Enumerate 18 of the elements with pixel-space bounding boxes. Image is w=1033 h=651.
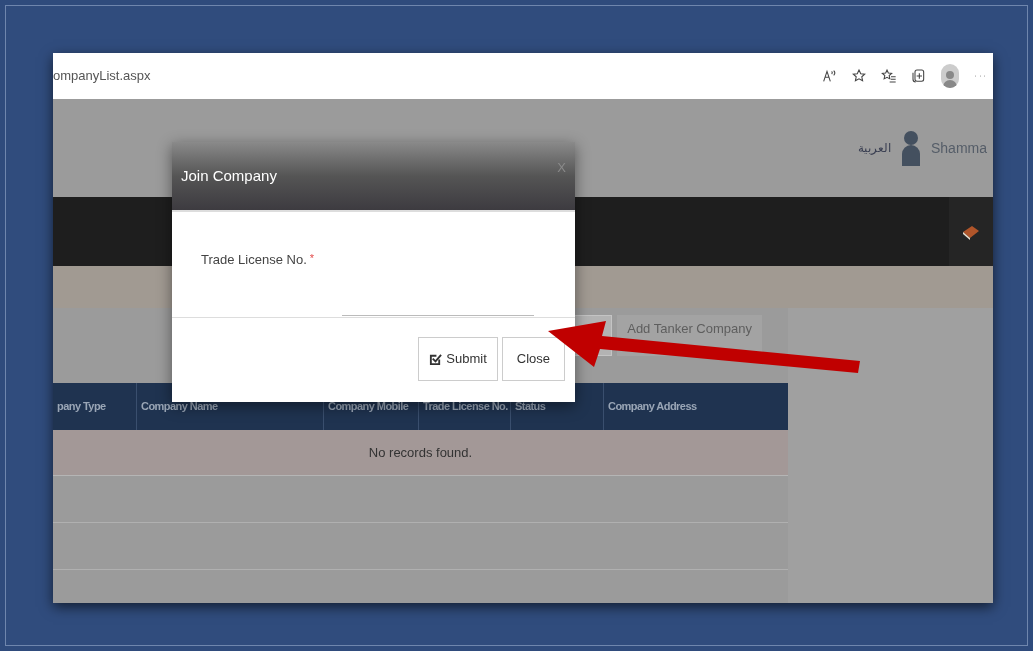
user-name[interactable]: Shamma xyxy=(930,137,987,159)
read-aloud-icon[interactable] xyxy=(821,68,837,84)
empty-message: No records found. xyxy=(368,443,473,462)
url-text[interactable]: ompanyList.aspx xyxy=(53,66,821,86)
field-label: Trade License No. xyxy=(201,251,307,269)
dialog-title: Join Company xyxy=(181,165,277,186)
book-icon[interactable] xyxy=(961,223,981,240)
favorite-add-icon[interactable] xyxy=(851,68,867,84)
language-link[interactable]: العربية xyxy=(857,139,891,157)
close-dialog-button[interactable]: Close xyxy=(501,337,565,381)
collections-icon[interactable] xyxy=(911,68,927,84)
profile-avatar[interactable] xyxy=(941,64,959,88)
submit-button[interactable]: Submit xyxy=(418,337,498,381)
user-icon[interactable] xyxy=(900,130,921,166)
favorites-icon[interactable] xyxy=(881,68,897,84)
column-header[interactable]: pany Type xyxy=(53,383,136,430)
required-mark: * xyxy=(309,251,315,266)
checkbox-icon xyxy=(429,352,443,366)
